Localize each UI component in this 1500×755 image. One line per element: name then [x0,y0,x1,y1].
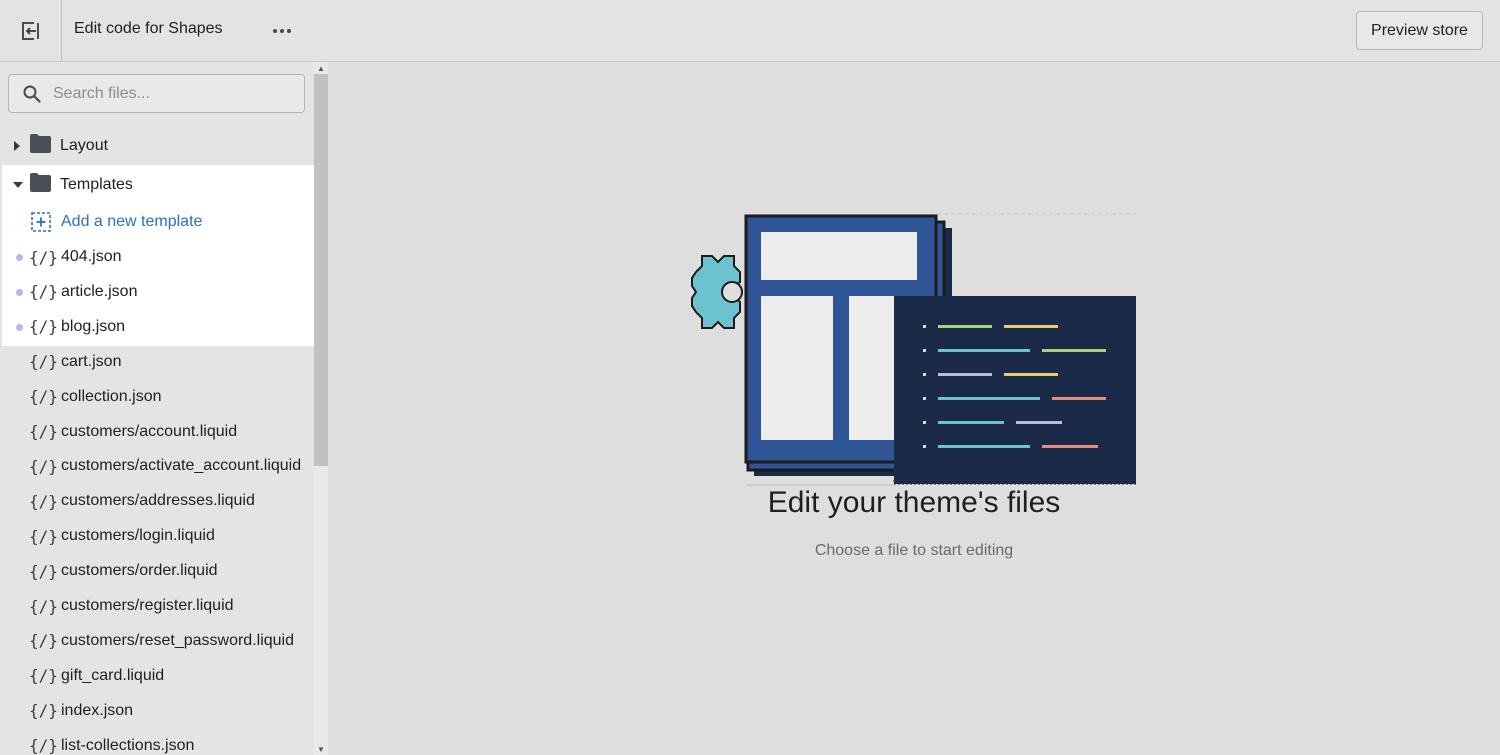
file-item[interactable]: {/} collection.json [0,380,314,414]
file-name: 404.json [61,248,122,265]
code-file-icon: {/} [29,456,58,476]
file-item[interactable]: {/} customers/activate_account.liquid [0,449,314,483]
file-name: blog.json [61,317,126,335]
search-box[interactable] [8,74,305,113]
file-item[interactable]: {/} customers/order.liquid [0,554,314,588]
file-item[interactable]: {/} index.json [0,694,314,728]
code-file-icon: {/} [29,317,58,337]
code-file-icon: {/} [29,387,58,407]
folder-layout[interactable]: Layout [0,127,314,165]
code-file-icon: {/} [29,666,58,686]
file-name: customers/register.liquid [61,597,234,614]
file-name: collection.json [61,387,162,405]
scrollbar-thumb[interactable] [314,74,328,466]
code-file-icon: {/} [29,282,58,302]
file-name: customers/order.liquid [61,562,218,580]
code-file-icon: {/} [29,491,58,511]
code-file-icon: {/} [29,736,58,755]
file-name: cart.json [61,352,122,370]
more-actions-button[interactable] [266,16,298,46]
add-file-icon [31,212,51,237]
file-item[interactable]: {/} blog.json [0,310,314,344]
code-file-icon: {/} [29,561,58,581]
modified-dot-icon [16,254,23,261]
scroll-down-arrow-icon[interactable]: ▼ [314,743,328,755]
file-name: customers/addresses.liquid [61,492,255,510]
caret-down-icon [13,181,27,189]
app-title: Edit code for Shapes [74,20,223,37]
file-item[interactable]: {/} customers/login.liquid [0,519,314,553]
folder-label: Layout [60,137,109,154]
add-template-link[interactable]: Add a new template [0,205,314,239]
add-template-label: Add a new template [61,213,203,230]
code-file-icon: {/} [29,247,58,267]
exit-button[interactable] [0,0,62,62]
empty-state-subtitle: Choose a file to start editing [814,542,1014,559]
file-item[interactable]: {/} customers/reset_password.liquid [0,624,314,658]
more-icon [273,29,291,33]
gear-icon [691,255,743,329]
file-item[interactable]: {/} customers/addresses.liquid [0,484,314,518]
folder-icon [30,173,51,197]
folder-label: Templates [60,176,133,193]
file-item[interactable]: {/} customers/register.liquid [0,589,314,623]
code-file-icon: {/} [29,701,58,721]
file-item[interactable]: {/} article.json [0,275,314,309]
scroll-up-arrow-icon[interactable]: ▲ [314,62,328,74]
file-name: index.json [61,701,134,719]
editor-main: Edit your theme's files Choose a file to… [328,62,1500,755]
file-name: customers/activate_account.liquid [61,457,302,475]
file-item[interactable]: {/} list-collections.json [0,729,314,755]
file-name: article.json [61,282,138,300]
file-name: customers/reset_password.liquid [61,631,294,649]
theme-files-illustration [691,213,1136,486]
file-name: customers/login.liquid [61,527,215,545]
file-sidebar: Layout Templates Add a new template {/}4… [0,62,314,755]
file-name: list-collections.json [61,736,195,754]
code-file-icon: {/} [29,422,58,441]
file-item[interactable]: {/} gift_card.liquid [0,659,314,693]
caret-right-icon [13,141,27,151]
exit-icon [21,22,40,40]
sidebar-scrollbar[interactable]: ▲ ▼ [314,62,328,755]
modified-dot-icon [16,323,23,331]
file-item[interactable]: {/} 404.json [0,240,314,274]
file-name: customers/account.liquid [61,422,238,440]
code-file-icon: {/} [29,631,58,651]
preview-store-button[interactable]: Preview store [1356,11,1483,50]
search-input[interactable] [53,84,283,103]
code-file-icon: {/} [29,352,58,372]
file-item[interactable]: {/} customers/account.liquid [0,415,314,449]
search-icon [23,85,41,103]
top-bar: Edit code for Shapes Preview store [0,0,1500,62]
code-file-icon: {/} [29,526,58,546]
empty-state-title: Edit your theme's files [767,486,1061,519]
file-name: gift_card.liquid [61,666,165,684]
folder-icon [30,134,51,158]
file-item[interactable]: {/} cart.json [0,345,314,379]
code-file-icon: {/} [29,596,58,616]
folder-templates[interactable]: Templates [0,166,314,204]
modified-dot-icon [16,288,23,296]
